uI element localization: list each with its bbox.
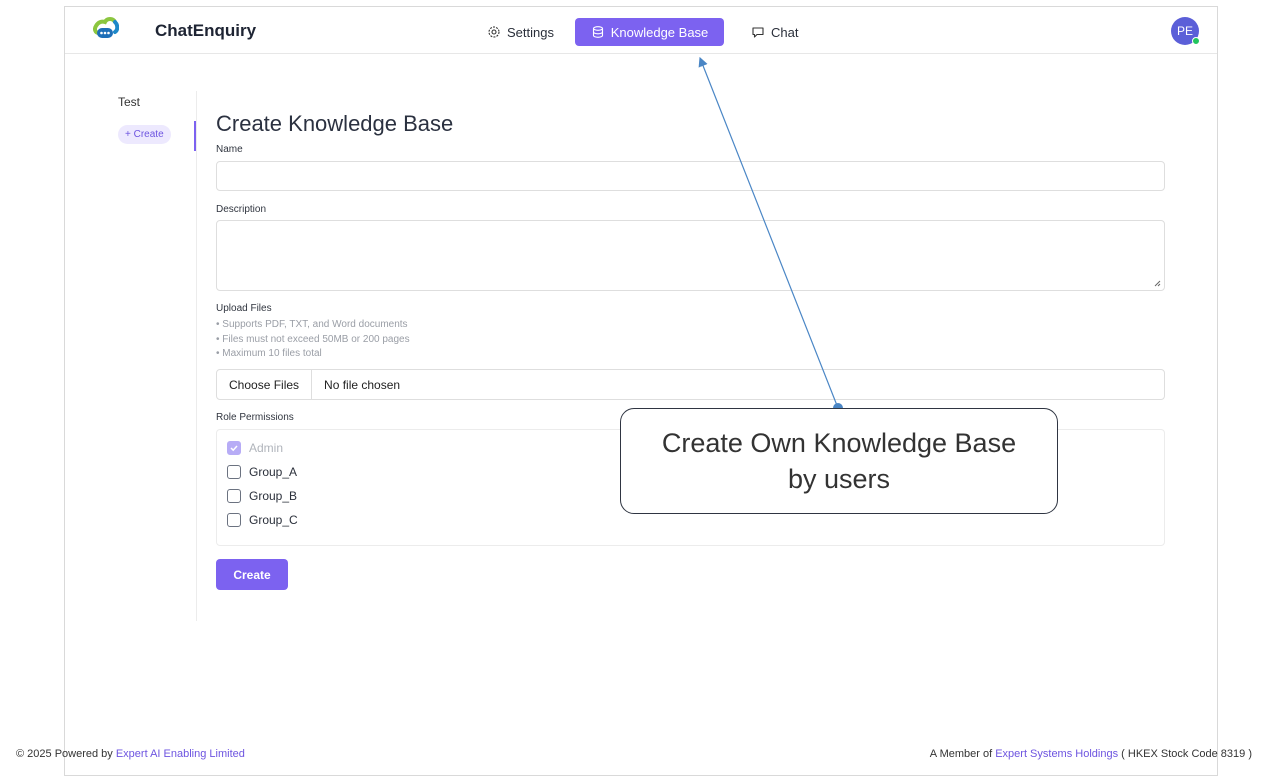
role-permissions-label: Role Permissions <box>216 412 294 423</box>
avatar-initials: PE <box>1176 24 1193 38</box>
page-title: Create Knowledge Base <box>216 111 454 136</box>
role-name: Group_B <box>249 489 298 503</box>
nav-chat-label: Chat <box>771 24 799 40</box>
role-name: Admin <box>249 441 284 455</box>
app-window: ChatEnquiry Settings Knowledge Base Chat… <box>64 6 1218 776</box>
group-a-checkbox[interactable] <box>227 465 241 479</box>
group-b-checkbox[interactable] <box>227 489 241 503</box>
description-label: Description <box>216 204 267 215</box>
role-group-b[interactable]: Group_B <box>227 489 297 503</box>
no-file-chosen-text: No file chosen <box>324 377 401 392</box>
group-c-checkbox[interactable] <box>227 513 241 527</box>
sidebar-divider <box>196 91 197 621</box>
footer-member-prefix: A Member of <box>929 748 993 760</box>
annotation-callout: Create Own Knowledge Base by users <box>620 408 1058 514</box>
upload-hint: Files must not exceed 50MB or 200 pages <box>216 333 409 348</box>
user-avatar[interactable]: PE <box>1171 17 1200 45</box>
check-icon <box>230 445 238 452</box>
logo-icon <box>93 17 120 41</box>
footer-membership: A Member of Expert Systems Holdings ( HK… <box>930 748 1252 760</box>
choose-files-button[interactable]: Choose Files <box>217 370 313 399</box>
name-input[interactable] <box>216 161 1165 191</box>
upload-hint: Supports PDF, TXT, and Word documents <box>216 318 410 333</box>
sidebar-active-indicator <box>194 121 196 151</box>
database-icon <box>591 25 605 39</box>
role-admin: Admin <box>227 441 283 455</box>
brand-name: ChatEnquiry <box>155 21 257 40</box>
nav-chat[interactable]: Chat <box>747 18 802 46</box>
chat-bubble-icon <box>751 25 765 39</box>
footer-copyright-prefix: © 2025 Powered by <box>16 748 113 760</box>
upload-hint: Maximum 10 files total <box>216 347 410 362</box>
file-upload-input[interactable]: Choose Files No file chosen <box>216 369 1165 400</box>
top-nav-bar: ChatEnquiry Settings Knowledge Base Chat… <box>65 7 1217 54</box>
role-group-a[interactable]: Group_A <box>227 465 297 479</box>
nav-settings-label: Settings <box>507 24 554 40</box>
resize-handle-icon[interactable] <box>1154 280 1161 287</box>
name-label: Name <box>216 144 243 155</box>
nav-knowledge-base-label: Knowledge Base <box>610 24 709 40</box>
online-status-indicator <box>1192 37 1200 45</box>
admin-checkbox <box>227 441 241 455</box>
footer-copyright: © 2025 Powered by Expert AI Enabling Lim… <box>16 748 245 760</box>
sidebar-create-button[interactable]: + Create <box>118 125 171 144</box>
upload-files-label: Upload Files <box>216 303 272 314</box>
nav-knowledge-base[interactable]: Knowledge Base <box>575 18 724 46</box>
role-name: Group_A <box>249 465 298 479</box>
role-name: Group_C <box>249 513 298 527</box>
nav-settings[interactable]: Settings <box>483 18 558 46</box>
footer-company-link[interactable]: Expert AI Enabling Limited <box>116 748 245 760</box>
footer-holdings-link[interactable]: Expert Systems Holdings <box>995 748 1118 760</box>
role-group-c[interactable]: Group_C <box>227 513 298 527</box>
gear-icon <box>487 25 501 39</box>
description-textarea[interactable] <box>216 220 1165 291</box>
sidebar-item-test[interactable]: Test <box>118 95 140 109</box>
create-button[interactable]: Create <box>216 559 288 590</box>
footer-stock-code: ( HKEX Stock Code 8319 ) <box>1121 748 1252 760</box>
upload-hints: Supports PDF, TXT, and Word documents Fi… <box>216 318 410 362</box>
